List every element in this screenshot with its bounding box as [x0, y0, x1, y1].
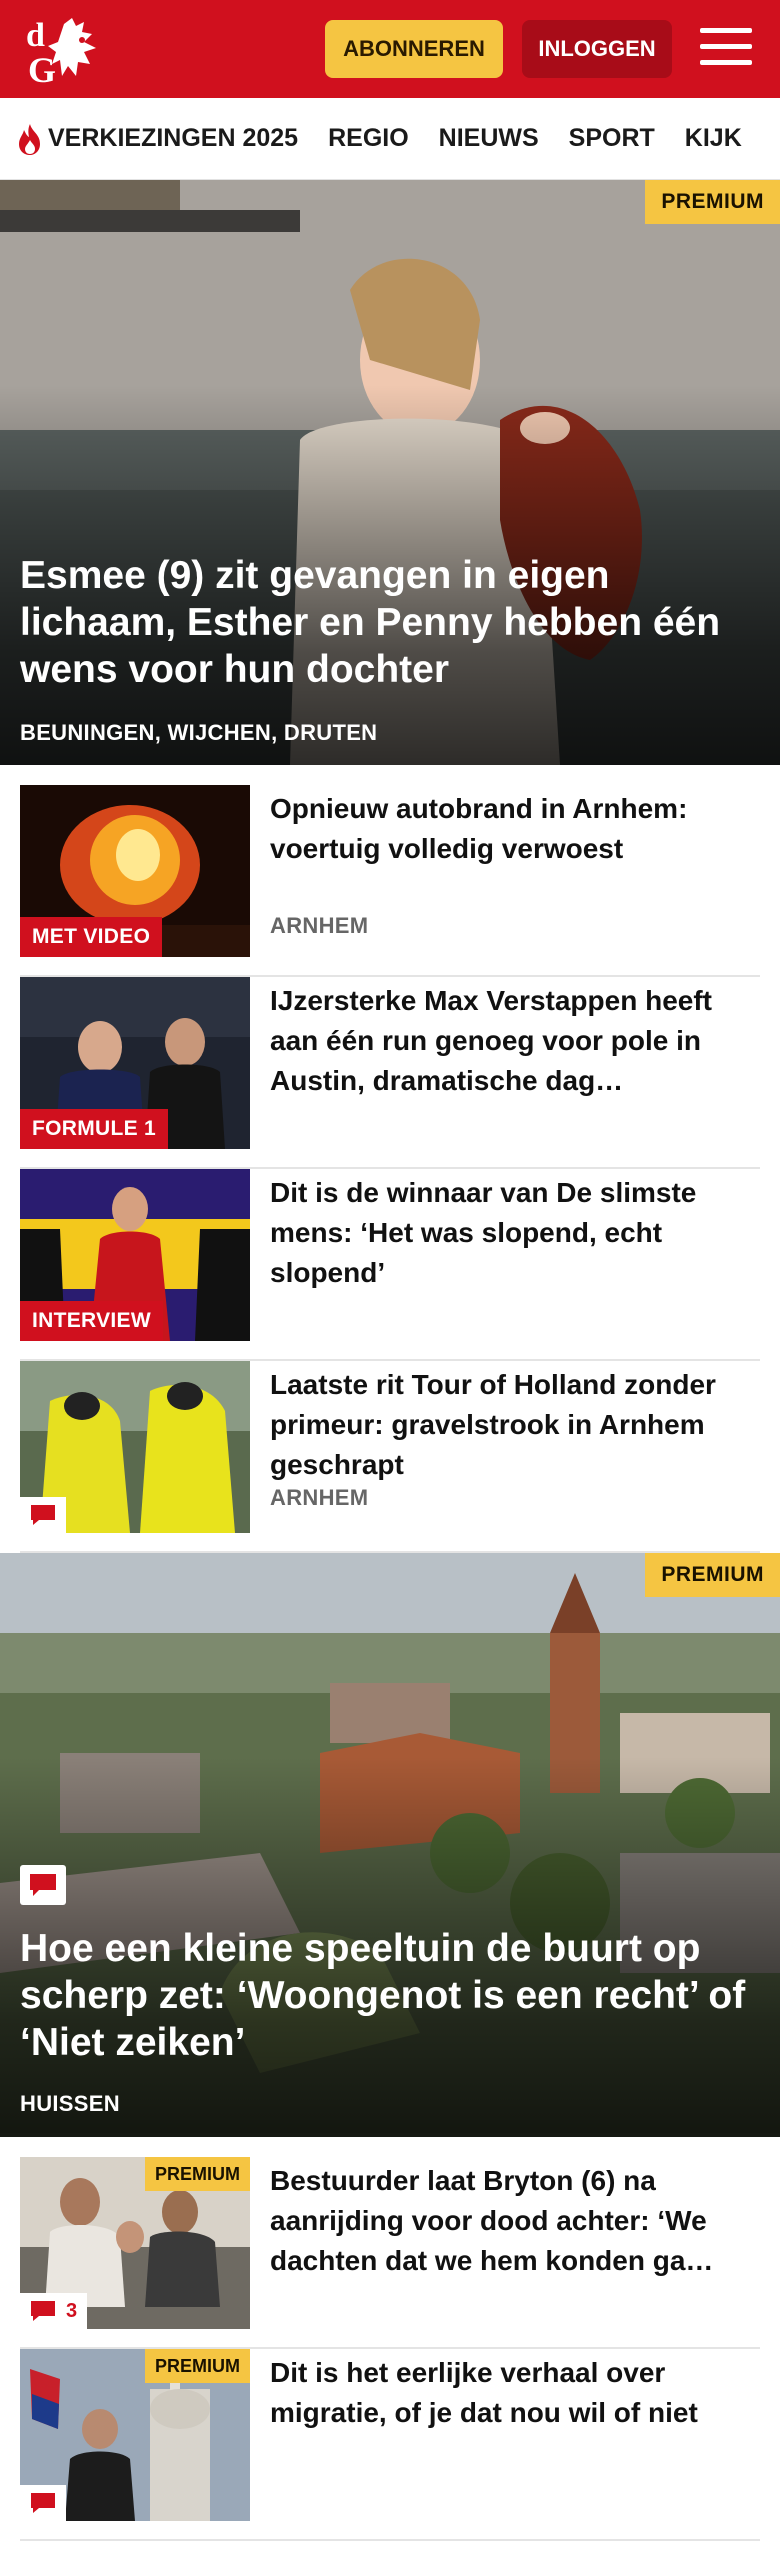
svg-text:d: d [26, 17, 45, 54]
item-location: ARNHEM [270, 913, 369, 938]
comment-badge [20, 2485, 66, 2521]
list-item[interactable]: Laatste rit Tour of Holland zonder prime… [20, 1361, 760, 1553]
list-item[interactable]: FORMULE 1 IJzersterke Max Verstappen hee… [20, 977, 760, 1169]
item-title: Dit is het eerlijke verhaal over migrati… [270, 2357, 698, 2428]
list-item[interactable]: INTERVIEW Dit is de winnaar van De slims… [20, 1169, 760, 1361]
premium-badge: PREMIUM [645, 1553, 780, 1597]
thumbnail-image: PREMIUM [20, 2349, 250, 2521]
thumbnail-label: INTERVIEW [20, 1301, 163, 1341]
thumbnail-image: INTERVIEW [20, 1169, 250, 1341]
thumbnail-label: FORMULE 1 [20, 1109, 169, 1149]
item-title: Opnieuw autobrand in Arnhem: voertuig vo… [270, 793, 688, 864]
site-logo[interactable]: d G [24, 14, 116, 90]
premium-badge: PREMIUM [145, 2157, 250, 2191]
item-title: Bestuurder laat Bryton (6) na aanrijding… [270, 2165, 714, 2276]
login-button[interactable]: INLOGGEN [522, 20, 672, 78]
hero-story-2[interactable]: PREMIUM Hoe een kleine speeltuin de buur… [0, 1553, 780, 2137]
hero-story-1[interactable]: PREMIUM Esmee (9) zit gevangen in eigen … [0, 180, 780, 765]
list-item[interactable]: MET VIDEO Opnieuw autobrand in Arnhem: v… [20, 785, 760, 977]
nav-item-sport[interactable]: SPORT [569, 124, 655, 153]
comment-count: 3 [66, 2299, 78, 2322]
item-title: IJzersterke Max Verstappen heeft aan één… [270, 985, 712, 1096]
section-nav: VERKIEZINGEN 2025 REGIO NIEUWS SPORT KIJ… [0, 98, 780, 180]
thumbnail-image: MET VIDEO [20, 785, 250, 957]
thumbnail-image: PREMIUM 3 [20, 2157, 250, 2329]
svg-text:G: G [28, 50, 56, 86]
premium-badge: PREMIUM [645, 180, 780, 224]
nav-item-kijk[interactable]: KIJK [685, 124, 742, 153]
comment-icon [31, 2301, 55, 2321]
thumbnail-image: FORMULE 1 [20, 977, 250, 1149]
hero-location: BEUNINGEN, WIJCHEN, DRUTEN [20, 720, 378, 745]
hamburger-menu-icon[interactable] [700, 24, 752, 72]
comment-icon [31, 2493, 55, 2513]
item-title: Laatste rit Tour of Holland zonder prime… [270, 1369, 716, 1480]
nav-item-verkiezingen[interactable]: VERKIEZINGEN 2025 [16, 122, 298, 156]
nav-item-nieuws[interactable]: NIEUWS [439, 124, 539, 153]
item-title: Dit is de winnaar van De slimste mens: ‘… [270, 1177, 697, 1288]
comment-badge [20, 1865, 66, 1905]
thumbnail-label: MET VIDEO [20, 917, 163, 957]
comment-badge: 3 [20, 2293, 88, 2329]
comment-icon [30, 1874, 56, 1896]
hero-title: Hoe een kleine speeltuin de buurt op sch… [20, 1927, 746, 2064]
comment-badge [20, 1497, 66, 1533]
hero-title: Esmee (9) zit gevangen in eigen lichaam,… [20, 554, 721, 691]
premium-badge: PREMIUM [145, 2349, 250, 2383]
hero-location: HUISSEN [20, 2091, 120, 2116]
top-header: d G ABONNEREN INLOGGEN [0, 0, 780, 98]
list-item[interactable]: PREMIUM 3 Bestuurder laat Bryton (6) na … [20, 2157, 760, 2349]
nav-item-regio[interactable]: REGIO [328, 124, 409, 153]
item-location: ARNHEM [270, 1485, 369, 1510]
comment-icon [31, 1505, 55, 1525]
subscribe-button[interactable]: ABONNEREN [325, 20, 503, 78]
flame-icon [19, 123, 40, 155]
list-item[interactable]: PREMIUM Dit is het eerlijke verhaal over… [20, 2349, 760, 2541]
thumbnail-image [20, 1361, 250, 1533]
nav-item-label: VERKIEZINGEN 2025 [48, 124, 299, 152]
